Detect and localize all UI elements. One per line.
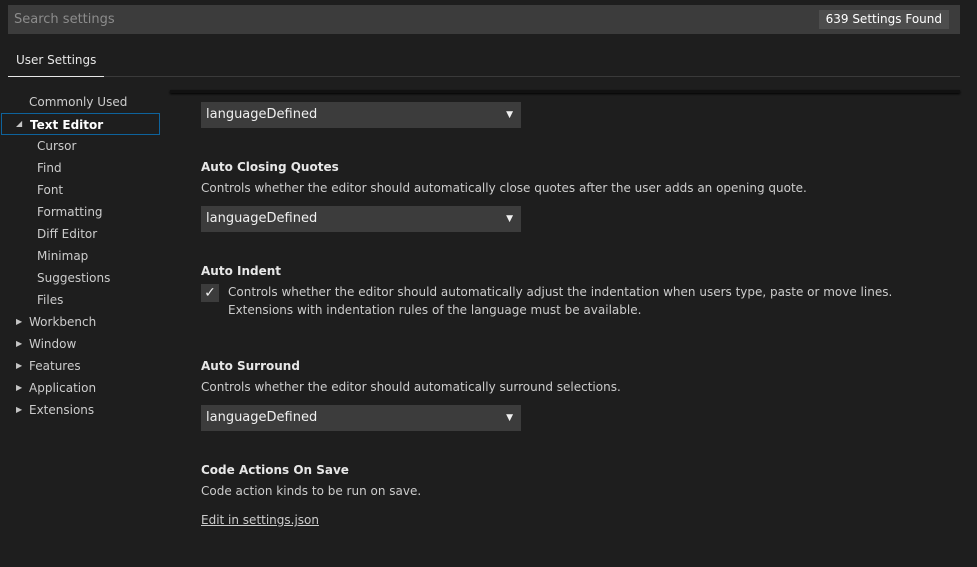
toc-item-features[interactable]: Features: [29, 355, 81, 377]
search-input[interactable]: [8, 5, 960, 34]
setting-desc-auto-surround: Controls whether the editor should autom…: [201, 380, 621, 394]
dropdown-value: languageDefined: [206, 211, 318, 226]
toc-item-find[interactable]: Find: [37, 157, 62, 179]
search-bar: 639 Settings Found: [8, 5, 960, 34]
chevron-right-icon[interactable]: ▶: [16, 339, 26, 349]
setting-title-auto-surround: Auto Surround: [201, 359, 300, 373]
settings-list: languageDefined ▼ Auto Closing Quotes Co…: [0, 0, 977, 567]
dropdown-value: languageDefined: [206, 107, 318, 122]
setting-title-auto-closing-quotes: Auto Closing Quotes: [201, 160, 339, 174]
toc-item-workbench[interactable]: Workbench: [29, 311, 96, 333]
toc-item-window[interactable]: Window: [29, 333, 76, 355]
toc-item-font[interactable]: Font: [37, 179, 63, 201]
edit-in-settings-json-link[interactable]: Edit in settings.json: [201, 513, 319, 527]
settings-tabbar: User Settings: [8, 45, 960, 77]
toc-item-extensions[interactable]: Extensions: [29, 399, 94, 421]
toc-item-application[interactable]: Application: [29, 377, 96, 399]
toc-item-diff-editor[interactable]: Diff Editor: [37, 223, 97, 245]
check-icon: ✓: [204, 285, 216, 301]
toc-item-minimap[interactable]: Minimap: [37, 245, 88, 267]
scroll-shadow: [170, 90, 960, 93]
dropdown-value: languageDefined: [206, 410, 318, 425]
dropdown-arrow-icon: ▼: [506, 413, 513, 423]
toc-item-suggestions[interactable]: Suggestions: [37, 267, 110, 289]
setting-title-auto-indent: Auto Indent: [201, 264, 282, 278]
setting-desc-auto-indent: Controls whether the editor should autom…: [228, 285, 893, 317]
auto-surround-dropdown[interactable]: languageDefined ▼: [201, 405, 521, 431]
auto-closing-quotes-dropdown[interactable]: languageDefined ▼: [201, 206, 521, 232]
toc-item-commonly-used[interactable]: Commonly Used: [29, 91, 127, 113]
dropdown-arrow-icon: ▼: [506, 110, 513, 120]
toc-item-files[interactable]: Files: [37, 289, 63, 311]
chevron-right-icon[interactable]: ▶: [16, 405, 26, 415]
tab-user-settings[interactable]: User Settings: [8, 45, 105, 77]
chevron-right-icon[interactable]: ▶: [16, 361, 26, 371]
chevron-right-icon[interactable]: ▶: [16, 317, 26, 327]
toc-item-cursor[interactable]: Cursor: [37, 135, 76, 157]
dropdown-arrow-icon: ▼: [506, 214, 513, 224]
chevron-right-icon[interactable]: ▶: [16, 383, 26, 393]
settings-count-badge: 639 Settings Found: [818, 10, 949, 29]
setting-title-code-actions-on-save: Code Actions On Save: [201, 463, 349, 477]
setting-desc-code-actions-on-save: Code action kinds to be run on save.: [201, 484, 422, 498]
toc-item-text-editor[interactable]: Text Editor: [1, 113, 160, 135]
previous-setting-dropdown[interactable]: languageDefined ▼: [201, 102, 521, 128]
auto-indent-checkbox[interactable]: ✓: [201, 284, 219, 302]
toc-item-formatting[interactable]: Formatting: [37, 201, 103, 223]
setting-desc-auto-closing-quotes: Controls whether the editor should autom…: [201, 181, 807, 195]
